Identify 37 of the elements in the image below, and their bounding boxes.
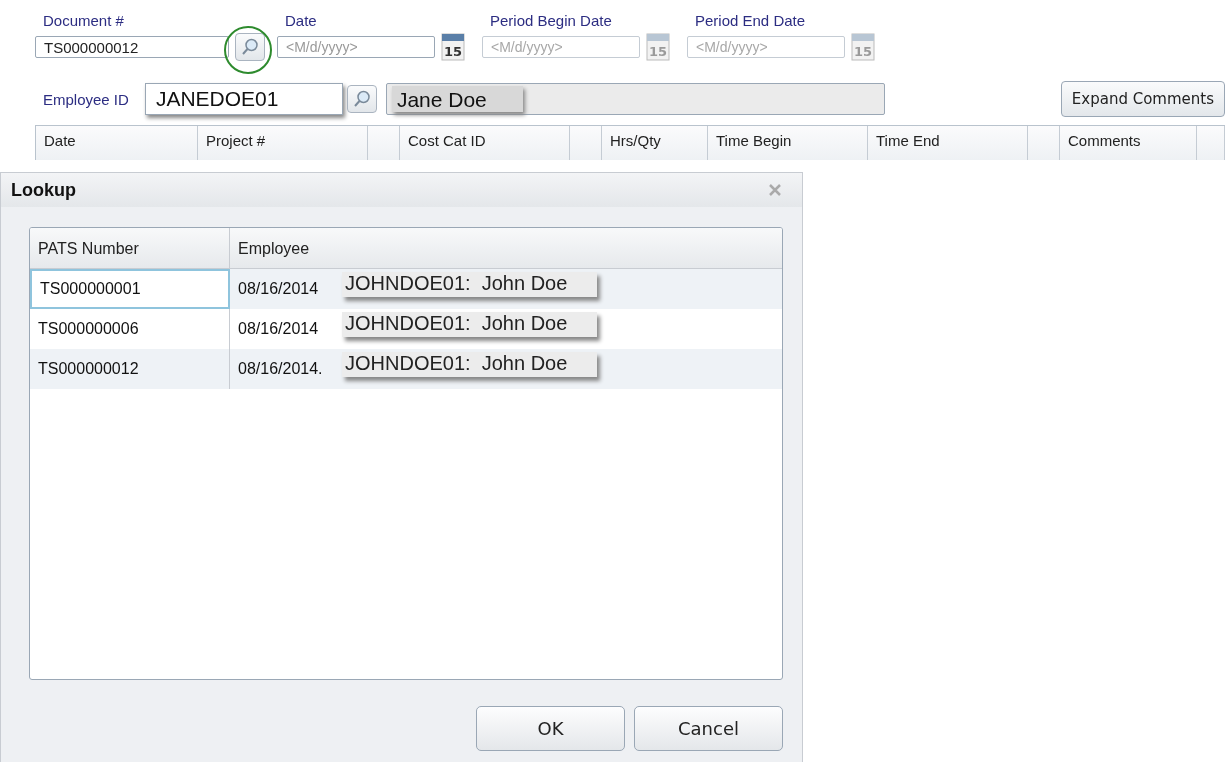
name-label: JOHNDOE01: John Doe: [342, 312, 598, 337]
field-label: Document #: [43, 12, 125, 29]
name-label: JOHNDOE01: John Doe: [342, 272, 598, 297]
search-button[interactable]: [235, 33, 265, 61]
column-header: PATS Number: [30, 228, 230, 268]
close-button[interactable]: [768, 183, 782, 197]
column-header: Project #: [198, 126, 368, 160]
table-cell: 08/16/2014: [238, 280, 319, 298]
field-label: Period Begin Date: [490, 12, 613, 29]
name-label: Jane Doe: [391, 86, 523, 112]
search-icon: [352, 90, 371, 108]
close-icon: [768, 183, 782, 197]
column-header: Comments: [1060, 126, 1197, 160]
column-header: Employee: [237, 239, 311, 259]
cancel-button[interactable]: Cancel: [634, 706, 783, 751]
column-header: Date: [36, 126, 198, 160]
column-header: Hrs/Qty: [602, 126, 708, 160]
table-cell: 08/16/2014.: [238, 360, 323, 378]
calendar-icon[interactable]: 15: [441, 33, 465, 61]
field-label: Period End Date: [695, 12, 807, 29]
field-label: Date: [285, 12, 318, 29]
search-button[interactable]: [346, 85, 377, 113]
expand-comments-button[interactable]: Expand Comments: [1060, 81, 1225, 117]
column-header: Time Begin: [708, 126, 868, 160]
table-cell: 08/16/2014: [238, 320, 319, 338]
ok-button[interactable]: OK: [476, 706, 625, 751]
document-field[interactable]: TS000000012: [35, 36, 229, 58]
table-cell[interactable]: TS000000001: [30, 269, 230, 309]
table-cell[interactable]: TS000000012: [30, 349, 230, 389]
column-header: Time End: [868, 126, 1028, 160]
search-icon: [241, 38, 259, 56]
column-header: Cost Cat ID: [400, 126, 570, 160]
name-label: JOHNDOE01: John Doe: [342, 352, 598, 377]
employee-id-field[interactable]: JANEDOE01: [144, 83, 343, 115]
field-label: Employee ID: [43, 90, 129, 108]
dialog-title: Lookup: [11, 179, 76, 201]
highlight-circle: [224, 26, 272, 74]
